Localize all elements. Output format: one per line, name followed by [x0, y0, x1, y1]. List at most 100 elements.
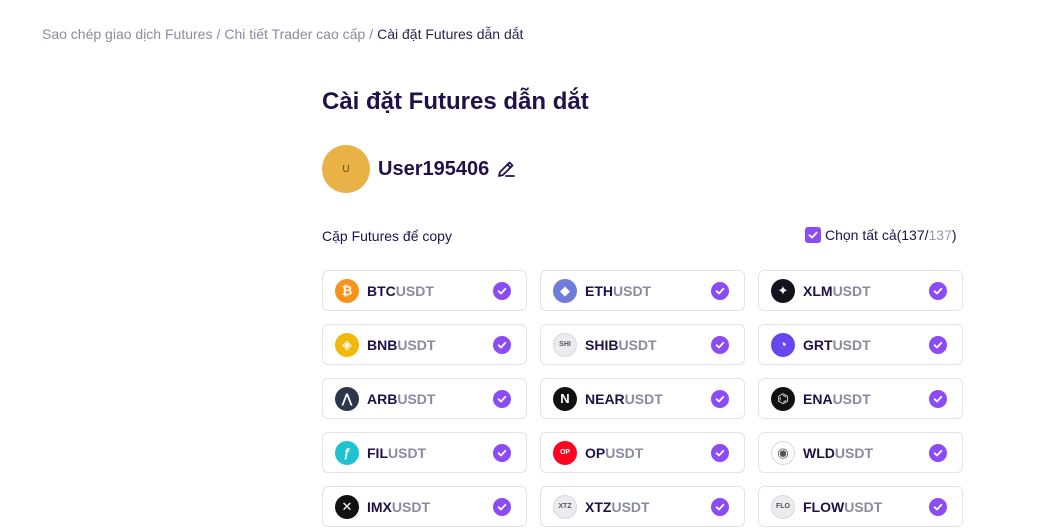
- pair-symbol: XTZUSDT: [585, 499, 711, 515]
- pair-card-flow[interactable]: FLO FLOWUSDT: [758, 486, 963, 527]
- eth-icon: ◆: [553, 278, 577, 303]
- xtz-icon: XTZ: [553, 494, 577, 519]
- pair-card-op[interactable]: OP OPUSDT: [540, 432, 745, 473]
- pair-card-ena[interactable]: ⌬ ENAUSDT: [758, 378, 963, 419]
- check-circle-icon[interactable]: [493, 389, 511, 408]
- check-circle-icon[interactable]: [929, 443, 947, 462]
- pair-quote: USDT: [832, 282, 871, 299]
- pair-quote: USDT: [832, 336, 871, 353]
- pair-quote: USDT: [388, 444, 427, 461]
- pair-card-xlm[interactable]: ✦ XLMUSDT: [758, 270, 963, 311]
- pair-quote: USDT: [605, 444, 644, 461]
- pair-base: ETH: [585, 282, 613, 299]
- imx-icon: ✕: [335, 494, 359, 519]
- pair-symbol: BTCUSDT: [367, 283, 493, 299]
- edit-pencil-icon[interactable]: [495, 158, 517, 180]
- futures-pairs-label: Cặp Futures để copy: [322, 228, 452, 244]
- pair-quote: USDT: [611, 498, 650, 515]
- pair-quote: USDT: [397, 390, 436, 407]
- pair-symbol: BNBUSDT: [367, 337, 493, 353]
- pair-symbol: WLDUSDT: [803, 445, 929, 461]
- username: User195406: [378, 157, 490, 180]
- op-icon: OP: [553, 440, 577, 465]
- check-circle-icon[interactable]: [711, 389, 729, 408]
- check-circle-icon[interactable]: [929, 281, 947, 300]
- check-circle-icon[interactable]: [929, 389, 947, 408]
- bnb-icon: ◈: [335, 332, 359, 357]
- pair-card-xtz[interactable]: XTZ XTZUSDT: [540, 486, 745, 527]
- pair-symbol: NEARUSDT: [585, 391, 711, 407]
- pair-quote: USDT: [397, 336, 436, 353]
- check-circle-icon[interactable]: [493, 335, 511, 354]
- pair-base: BNB: [367, 336, 398, 353]
- select-all-checkbox[interactable]: Chọn tất cả(137/137): [805, 227, 957, 243]
- pair-base: XLM: [803, 282, 833, 299]
- avatar: U: [322, 145, 370, 193]
- pair-symbol: ETHUSDT: [585, 283, 711, 299]
- pairs-grid: ₿ BTCUSDT ◆ ETHUSDT ✦ XLMUSDT ◈ BNBUSDT SHI SHIBU…: [322, 270, 963, 527]
- pair-card-wld[interactable]: ◉ WLDUSDT: [758, 432, 963, 473]
- pair-base: IMX: [367, 498, 392, 515]
- breadcrumb-link-copy-trading[interactable]: Sao chép giao dịch Futures: [42, 26, 212, 42]
- pair-card-arb[interactable]: ⋀ ARBUSDT: [322, 378, 527, 419]
- pair-base: NEAR: [585, 390, 625, 407]
- check-circle-icon[interactable]: [711, 335, 729, 354]
- pair-symbol: FLOWUSDT: [803, 499, 929, 515]
- check-circle-icon[interactable]: [711, 443, 729, 462]
- pair-symbol: ARBUSDT: [367, 391, 493, 407]
- pair-base: XTZ: [585, 498, 612, 515]
- breadcrumb: Sao chép giao dịch Futures / Chi tiết Trad…: [42, 26, 523, 42]
- pair-card-grt[interactable]: ◔ GRTUSDT: [758, 324, 963, 365]
- pair-symbol: SHIBUSDT: [585, 337, 711, 353]
- breadcrumb-separator: /: [369, 26, 374, 42]
- pair-card-bnb[interactable]: ◈ BNBUSDT: [322, 324, 527, 365]
- breadcrumb-link-trader-detail[interactable]: Chi tiết Trader cao cấp: [224, 26, 365, 42]
- pair-card-imx[interactable]: ✕ IMXUSDT: [322, 486, 527, 527]
- pair-base: WLD: [803, 444, 835, 461]
- pair-card-shib[interactable]: SHI SHIBUSDT: [540, 324, 745, 365]
- xlm-icon: ✦: [771, 278, 795, 303]
- pair-base: SHIB: [585, 336, 619, 353]
- pair-base: GRT: [803, 336, 833, 353]
- pair-card-eth[interactable]: ◆ ETHUSDT: [540, 270, 745, 311]
- pair-base: OP: [585, 444, 606, 461]
- check-circle-icon[interactable]: [711, 497, 729, 516]
- breadcrumb-current: Cài đặt Futures dẫn dắt: [377, 26, 524, 42]
- fil-icon: ƒ: [335, 440, 359, 465]
- select-all-total: 137: [928, 227, 952, 243]
- breadcrumb-separator: /: [216, 26, 221, 42]
- pair-symbol: ENAUSDT: [803, 391, 929, 407]
- pair-quote: USDT: [391, 498, 431, 515]
- pair-base: FLOW: [803, 498, 845, 515]
- check-circle-icon[interactable]: [493, 281, 511, 300]
- check-circle-icon[interactable]: [711, 281, 729, 300]
- pair-quote: USDT: [618, 336, 657, 353]
- pair-quote: USDT: [834, 444, 874, 461]
- pair-card-near[interactable]: N NEARUSDT: [540, 378, 745, 419]
- check-circle-icon[interactable]: [493, 497, 511, 516]
- ena-icon: ⌬: [771, 386, 795, 411]
- pair-card-fil[interactable]: ƒ FILUSDT: [322, 432, 527, 473]
- pair-card-btc[interactable]: ₿ BTCUSDT: [322, 270, 527, 311]
- check-circle-icon[interactable]: [929, 497, 947, 516]
- shib-icon: SHI: [553, 332, 577, 357]
- pair-base: ENA: [803, 390, 833, 407]
- pair-quote: USDT: [624, 390, 663, 407]
- pair-base: FIL: [367, 444, 388, 461]
- select-all-close: ): [951, 227, 957, 243]
- pair-quote: USDT: [832, 390, 871, 407]
- arb-icon: ⋀: [335, 386, 359, 411]
- pair-symbol: FILUSDT: [367, 445, 493, 461]
- pair-base: ARB: [367, 390, 398, 407]
- pair-quote: USDT: [844, 498, 883, 515]
- check-circle-icon[interactable]: [493, 443, 511, 462]
- grt-icon: ◔: [771, 332, 795, 357]
- near-icon: N: [553, 386, 577, 411]
- pair-base: BTC: [367, 282, 396, 299]
- pair-quote: USDT: [613, 282, 652, 299]
- check-circle-icon[interactable]: [929, 335, 947, 354]
- flow-icon: FLO: [771, 494, 795, 519]
- pair-symbol: GRTUSDT: [803, 337, 929, 353]
- pair-symbol: OPUSDT: [585, 445, 711, 461]
- pair-symbol: IMXUSDT: [367, 499, 493, 515]
